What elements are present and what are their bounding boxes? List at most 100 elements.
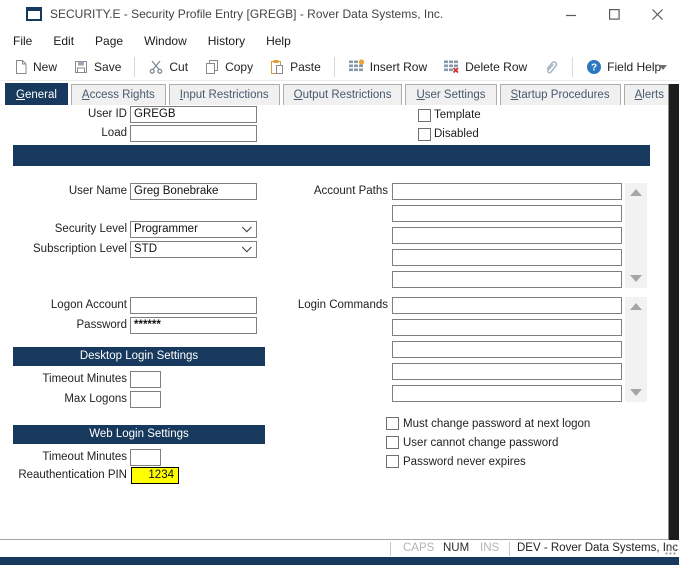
login-command-input[interactable] — [392, 363, 622, 380]
account-paths-label: Account Paths — [250, 183, 388, 200]
must-change-password-label: Must change password at next logon — [403, 417, 590, 431]
menu-edit[interactable]: Edit — [53, 34, 74, 48]
account-path-input[interactable] — [392, 271, 622, 288]
web-login-settings-header: Web Login Settings — [13, 425, 265, 444]
scroll-down-icon[interactable] — [630, 275, 642, 282]
background-bottom-edge — [0, 557, 679, 565]
account-paths-scrollbar[interactable] — [625, 183, 647, 288]
title-bar: SECURITY.E - Security Profile Entry [GRE… — [0, 0, 679, 28]
section-divider-bar — [13, 145, 650, 166]
insert-row-icon — [348, 59, 365, 75]
chevron-down-icon — [242, 222, 252, 232]
user-name-label: User Name — [2, 183, 127, 200]
security-level-select[interactable]: Programmer — [130, 221, 257, 238]
insert-row-button[interactable]: Insert Row — [341, 56, 434, 78]
close-icon — [652, 9, 663, 20]
new-page-icon — [13, 59, 28, 75]
close-button[interactable] — [636, 0, 679, 28]
password-never-expires-checkbox[interactable] — [386, 455, 399, 468]
status-bar: CAPS NUM INS DEV - Rover Data Systems, I… — [0, 539, 679, 557]
cut-button[interactable]: Cut — [141, 56, 195, 78]
tab-input-restrictions[interactable]: Input Restrictions — [169, 84, 280, 105]
toolbar-separator — [572, 57, 573, 77]
maximize-button[interactable] — [593, 0, 636, 28]
login-command-input[interactable] — [392, 297, 622, 314]
scroll-up-icon[interactable] — [630, 189, 642, 196]
menu-help[interactable]: Help — [266, 34, 291, 48]
tab-general[interactable]: General — [5, 83, 68, 105]
max-logons-input[interactable] — [130, 391, 161, 408]
tab-user-settings[interactable]: User Settings — [405, 84, 496, 105]
menu-history[interactable]: History — [208, 34, 245, 48]
delete-row-icon — [443, 59, 460, 75]
account-path-input[interactable] — [392, 183, 622, 200]
user-id-label: User ID — [2, 106, 127, 123]
menu-window[interactable]: Window — [144, 34, 187, 48]
password-input[interactable]: ****** — [130, 317, 257, 334]
logon-account-input[interactable] — [130, 297, 257, 314]
new-button[interactable]: New — [6, 56, 64, 78]
user-name-input[interactable]: Greg Bonebrake — [130, 183, 257, 200]
account-path-input[interactable] — [392, 227, 622, 244]
security-level-label: Security Level — [2, 221, 127, 238]
svg-text:?: ? — [591, 63, 597, 74]
must-change-password-checkbox[interactable] — [386, 417, 399, 430]
toolbar-options-caret[interactable] — [659, 65, 667, 70]
account-path-input[interactable] — [392, 249, 622, 266]
field-help-button[interactable]: ? Field Help — [579, 56, 668, 78]
login-commands-scrollbar[interactable] — [625, 297, 647, 402]
background-right-edge — [668, 84, 679, 540]
login-command-input[interactable] — [392, 341, 622, 358]
disabled-label: Disabled — [434, 127, 479, 141]
logon-account-label: Logon Account — [2, 297, 127, 314]
login-commands-label: Login Commands — [250, 297, 388, 314]
menu-page[interactable]: Page — [95, 34, 123, 48]
login-command-input[interactable] — [392, 319, 622, 336]
load-input[interactable] — [130, 125, 257, 142]
delete-row-button[interactable]: Delete Row — [436, 56, 534, 78]
save-icon — [73, 59, 89, 75]
scroll-up-icon[interactable] — [630, 303, 642, 310]
login-command-input[interactable] — [392, 385, 622, 402]
web-timeout-input[interactable] — [130, 449, 161, 466]
reauthentication-pin-label: Reauthentication PIN — [2, 467, 127, 484]
user-id-input[interactable]: GREGB — [130, 106, 257, 123]
minimize-button[interactable] — [550, 0, 593, 28]
save-button[interactable]: Save — [66, 56, 128, 78]
tab-access-rights[interactable]: Access Rights — [71, 84, 166, 105]
maximize-icon — [609, 9, 620, 20]
help-icon: ? — [586, 59, 602, 75]
cannot-change-password-checkbox[interactable] — [386, 436, 399, 449]
subscription-level-select[interactable]: STD — [130, 241, 257, 258]
password-label: Password — [2, 317, 127, 334]
caps-lock-indicator: CAPS — [403, 540, 434, 557]
window-title: SECURITY.E - Security Profile Entry [GRE… — [50, 0, 443, 28]
menu-file[interactable]: File — [13, 34, 32, 48]
desktop-timeout-label: Timeout Minutes — [2, 371, 127, 388]
template-label: Template — [434, 108, 481, 122]
copy-icon — [204, 59, 220, 75]
web-timeout-label: Timeout Minutes — [2, 449, 127, 466]
subscription-level-label: Subscription Level — [2, 241, 127, 258]
cannot-change-password-label: User cannot change password — [403, 436, 558, 450]
password-never-expires-label: Password never expires — [403, 455, 526, 469]
tab-startup-procedures[interactable]: Startup Procedures — [500, 84, 621, 105]
paste-icon — [269, 59, 285, 75]
environment-status: DEV - Rover Data Systems, Inc. — [517, 540, 679, 557]
toolbar-separator — [334, 57, 335, 77]
template-checkbox[interactable] — [418, 109, 431, 122]
paste-button[interactable]: Paste — [262, 56, 328, 78]
tab-output-restrictions[interactable]: Output Restrictions — [283, 84, 403, 105]
disabled-checkbox[interactable] — [418, 128, 431, 141]
copy-button[interactable]: Copy — [197, 56, 260, 78]
desktop-timeout-input[interactable] — [130, 371, 161, 388]
max-logons-label: Max Logons — [2, 391, 127, 408]
desktop-login-settings-header: Desktop Login Settings — [13, 347, 265, 366]
account-path-input[interactable] — [392, 205, 622, 222]
attachment-button[interactable] — [536, 56, 566, 79]
reauthentication-pin-input[interactable]: 1234 — [131, 467, 179, 484]
status-separator — [390, 542, 391, 556]
insert-mode-indicator: INS — [480, 540, 499, 557]
resize-grip[interactable] — [665, 544, 676, 555]
scroll-down-icon[interactable] — [630, 389, 642, 396]
